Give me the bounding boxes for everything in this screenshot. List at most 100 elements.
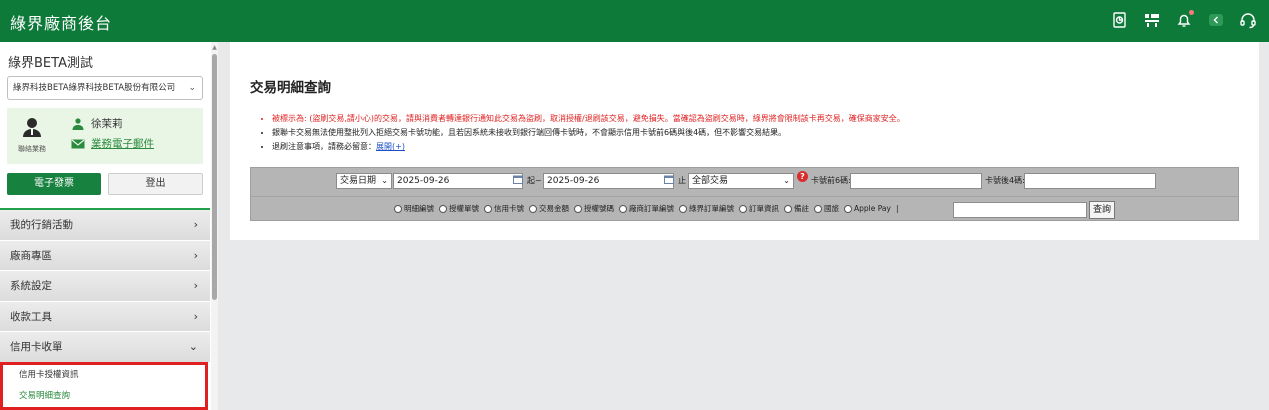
sales-role-label: 聯絡業務: [18, 145, 46, 153]
bell-icon[interactable]: [1175, 10, 1194, 29]
radio-circle: [814, 204, 822, 213]
search-keyword-input[interactable]: [953, 202, 1087, 218]
einvoice-button[interactable]: 電子發票: [7, 173, 101, 195]
radio-amount[interactable]: 交易金額: [529, 203, 569, 214]
sales-email-link[interactable]: 業務電子郵件: [71, 136, 154, 151]
chevron-down-icon: ⌄: [381, 176, 388, 185]
trade-type-value: 全部交易: [692, 176, 729, 186]
radio-label: 國旅: [824, 204, 839, 213]
notification-dot: [1189, 10, 1194, 15]
sidebar-item-marketing[interactable]: 我的行銷活動 ›: [0, 210, 210, 241]
document-chart-icon[interactable]: [1111, 11, 1129, 29]
top-bar: 綠界廠商後台: [0, 0, 1269, 42]
radio-label: Apple Pay: [854, 204, 891, 213]
sales-name: 徐茉莉: [91, 118, 123, 130]
query-button[interactable]: 查詢: [1089, 201, 1116, 219]
radio-circle: [574, 204, 582, 213]
radio-detail-no[interactable]: 明細編號: [394, 203, 434, 214]
calendar-icon[interactable]: [664, 175, 674, 184]
to-label: 止: [678, 176, 686, 185]
notice-list: 被標示為: (盜刷交易,請小心)的交易，請與消費者轉達銀行通知此交易為盜刷，取消…: [272, 112, 905, 154]
radio-circle: [619, 204, 627, 213]
refund-note-text: 退刷注意事項，請務必留意：: [272, 142, 376, 151]
radio-apple-pay[interactable]: Apple Pay: [844, 204, 891, 213]
app-title: 綠界廠商後台: [10, 14, 113, 33]
user-icon: [72, 117, 84, 130]
radio-remark[interactable]: 備註: [784, 203, 809, 214]
chevron-down-icon: ⌄: [188, 340, 198, 353]
top-icon-group: [1111, 10, 1257, 29]
radio-circle: [784, 204, 792, 213]
mail-icon: [71, 139, 85, 148]
sidebar-scrollbar[interactable]: ▲: [211, 42, 218, 410]
radio-label: 明細編號: [404, 204, 434, 213]
sidebar-item-label: 我的行銷活動: [10, 219, 73, 231]
radio-auth-no[interactable]: 授權單號: [439, 203, 479, 214]
card-last4-input[interactable]: [1024, 173, 1156, 189]
calendar-icon[interactable]: [513, 175, 523, 184]
scroll-up-icon[interactable]: ▲: [211, 44, 218, 51]
credit-card-submenu: 信用卡授權資訊 交易明細查詢: [0, 362, 208, 410]
sidebar-item-settings[interactable]: 系統設定 ›: [0, 271, 210, 302]
from-label: 起~: [527, 176, 542, 185]
radio-circle: [529, 204, 537, 213]
filter-row-search: 明細編號 授權單號 信用卡號 交易金額 授權號碼 廠商訂單編號 綠界訂單編號 訂…: [251, 196, 1238, 222]
sidebar-item-label: 信用卡收單: [10, 341, 63, 353]
main-panel: 交易明細查詢 被標示為: (盜刷交易,請小心)的交易，請與消費者轉達銀行通知此交…: [230, 42, 1259, 240]
date-to-value: 2025-09-26: [547, 176, 600, 186]
submenu-item-transaction-query[interactable]: 交易明細查詢: [3, 386, 205, 407]
page-title: 交易明細查詢: [250, 80, 331, 96]
scroll-thumb[interactable]: [212, 54, 217, 300]
card-last4-label: 卡號後4碼:: [985, 176, 1025, 185]
filter-row-date: 交易日期 ⌄ 2025-09-26 起~ 2025-09-26 止 全部交易 ⌄…: [251, 169, 1238, 195]
merchant-icon[interactable]: [1143, 11, 1161, 29]
submenu-item-authorization[interactable]: 信用卡授權資訊: [3, 365, 205, 386]
radio-domestic-travel[interactable]: 國旅: [814, 203, 839, 214]
radio-label: 信用卡號: [494, 204, 524, 213]
radio-circle: [739, 204, 747, 213]
company-select[interactable]: 綠界科技BETA綠界科技BETA股份有限公司 ⌄: [7, 76, 203, 100]
radio-separator: |: [895, 204, 899, 213]
radio-circle: [484, 204, 492, 213]
radio-ecpay-order[interactable]: 綠界訂單編號: [679, 203, 734, 214]
person-icon: [23, 118, 41, 137]
radio-circle: [844, 204, 852, 213]
card-first6-input[interactable]: [850, 173, 982, 189]
expand-link[interactable]: 展開(+): [376, 142, 405, 151]
radio-card-no[interactable]: 信用卡號: [484, 203, 524, 214]
filter-box: 交易日期 ⌄ 2025-09-26 起~ 2025-09-26 止 全部交易 ⌄…: [250, 167, 1239, 221]
radio-circle: [394, 204, 402, 213]
date-to-input[interactable]: 2025-09-26: [543, 173, 674, 189]
chevron-right-icon: ›: [193, 309, 198, 323]
chevron-down-icon: ⌄: [783, 176, 790, 185]
radio-circle: [679, 204, 687, 213]
chevron-right-icon: ›: [193, 218, 198, 231]
company-select-value: 綠界科技BETA綠界科技BETA股份有限公司: [13, 83, 176, 93]
trade-type-select[interactable]: 全部交易 ⌄: [688, 173, 794, 189]
date-from-input[interactable]: 2025-09-26: [393, 173, 523, 189]
sidebar: 綠界BETA測試 綠界科技BETA綠界科技BETA股份有限公司 ⌄ 聯絡業務 徐…: [0, 42, 218, 410]
chevron-right-icon: ›: [193, 248, 198, 262]
back-icon[interactable]: [1207, 11, 1225, 29]
logout-button[interactable]: 登出: [108, 173, 203, 195]
sidebar-item-label: 收款工具: [10, 310, 52, 323]
date-type-value: 交易日期: [340, 176, 377, 186]
sidebar-item-payment-tools[interactable]: 收款工具 ›: [0, 301, 210, 332]
radio-auth-code[interactable]: 授權號碼: [574, 203, 614, 214]
sidebar-item-credit-card[interactable]: 信用卡收單 ⌄: [0, 332, 210, 363]
unionpay-note: 銀聯卡交易無法使用整批列入拒絕交易卡號功能，且若因系統未接收到銀行端回傳卡號時，…: [272, 126, 905, 140]
help-icon[interactable]: ?: [797, 171, 808, 182]
headset-icon[interactable]: [1239, 11, 1257, 29]
radio-label: 交易金額: [539, 204, 569, 213]
radio-label: 訂單資訊: [749, 204, 779, 213]
sales-name-row: 徐茉莉: [71, 116, 123, 131]
radio-order-info[interactable]: 訂單資訊: [739, 203, 779, 214]
refund-note: 退刷注意事項，請務必留意：展開(+): [272, 140, 905, 154]
date-type-select[interactable]: 交易日期 ⌄: [336, 173, 392, 189]
sidebar-item-label: 系統設定: [10, 280, 52, 292]
search-field-radio-group: 明細編號 授權單號 信用卡號 交易金額 授權號碼 廠商訂單編號 綠界訂單編號 訂…: [394, 203, 899, 214]
sidebar-menu: 我的行銷活動 › 廠商專區 › 系統設定 › 收款工具 › 信用卡收單 ⌄: [0, 210, 210, 363]
radio-merchant-order[interactable]: 廠商訂單編號: [619, 203, 674, 214]
sidebar-item-merchant[interactable]: 廠商專區 ›: [0, 240, 210, 271]
radio-label: 綠界訂單編號: [689, 204, 734, 213]
